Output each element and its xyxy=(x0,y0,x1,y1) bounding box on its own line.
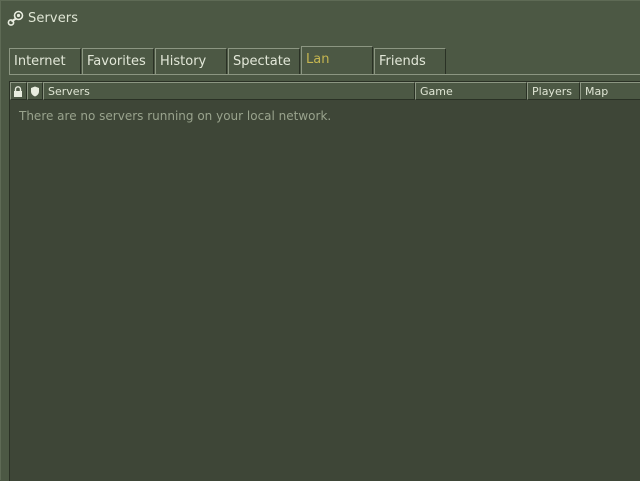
column-header-game[interactable]: Game xyxy=(415,82,527,100)
tab-friends[interactable]: Friends xyxy=(374,48,446,74)
empty-list-message: There are no servers running on your loc… xyxy=(19,109,332,123)
tab-spectate[interactable]: Spectate xyxy=(228,48,300,74)
list-header: Servers Game Players Map xyxy=(10,82,640,100)
servers-window: Servers Internet Favorites History Spect… xyxy=(0,0,640,481)
column-header-servers[interactable]: Servers xyxy=(43,82,415,100)
server-list[interactable]: Servers Game Players Map There are no se… xyxy=(9,81,640,481)
window-title: Servers xyxy=(28,10,79,26)
shield-icon xyxy=(31,86,39,97)
tab-divider xyxy=(9,74,640,75)
tab-lan[interactable]: Lan xyxy=(301,46,373,74)
title-bar[interactable]: Servers xyxy=(7,9,78,27)
column-header-map[interactable]: Map xyxy=(580,82,640,100)
tab-internet[interactable]: Internet xyxy=(9,48,81,74)
column-header-players[interactable]: Players xyxy=(527,82,580,100)
column-header-lock[interactable] xyxy=(10,82,27,100)
tab-bar: Internet Favorites History Spectate Lan … xyxy=(9,46,640,74)
tab-history[interactable]: History xyxy=(155,48,227,74)
tab-favorites[interactable]: Favorites xyxy=(82,48,154,74)
column-header-secure[interactable] xyxy=(27,82,43,100)
steam-logo-icon xyxy=(7,10,24,26)
lock-icon xyxy=(14,86,22,97)
